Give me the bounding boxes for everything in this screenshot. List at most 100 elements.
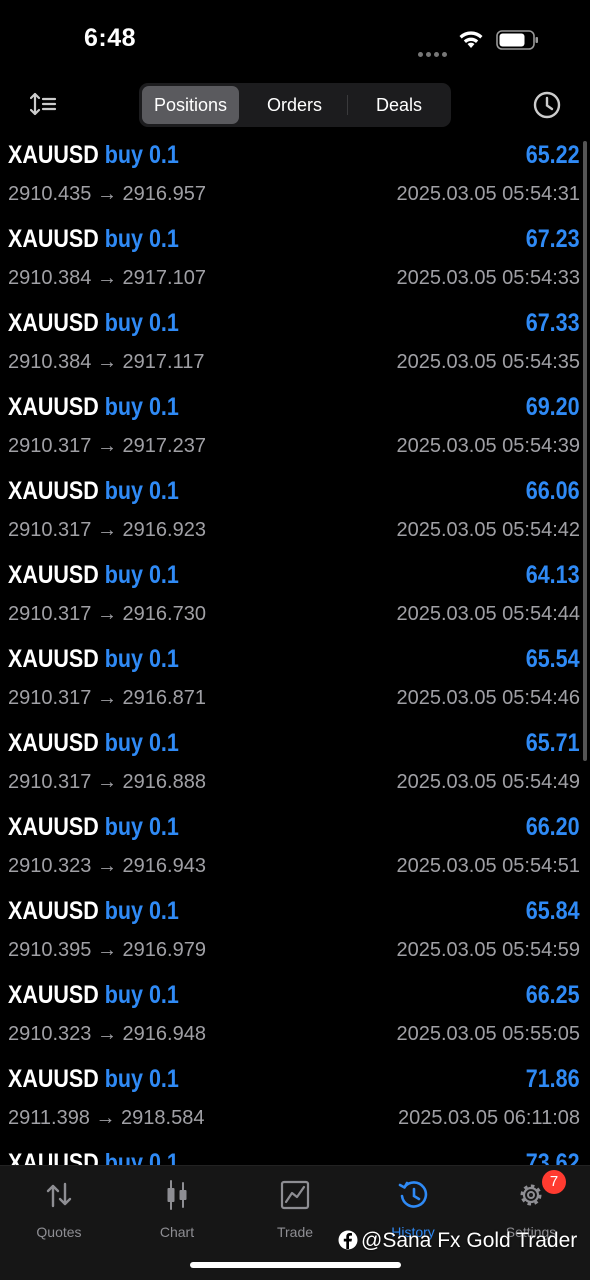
deal-row[interactable]: XAUUSD buy 0.1 66.06 2910.317 → 2916.923 20…	[0, 473, 590, 557]
deal-time: 2025.03.05 06:11:08	[397, 1107, 580, 1129]
deal-symbol: XAUUSD buy 0.1	[8, 981, 179, 1010]
deal-time: 2025.03.05 05:54:42	[396, 519, 580, 541]
tab-trade[interactable]: Trade	[236, 1174, 354, 1244]
deal-symbol: XAUUSD buy 0.1	[8, 813, 179, 842]
notification-badge: 7	[542, 1170, 566, 1194]
deal-time: 2025.03.05 05:54:33	[396, 267, 580, 289]
deal-symbol: XAUUSD buy 0.1	[8, 225, 179, 254]
deal-profit: 65.54	[526, 645, 580, 673]
quotes-icon	[46, 1182, 72, 1208]
facebook-icon	[338, 1230, 358, 1250]
deal-time: 2025.03.05 05:54:31	[396, 183, 580, 205]
watermark: @Sana Fx Gold Trader	[338, 1229, 577, 1255]
chart-icon	[167, 1180, 187, 1210]
home-indicator	[190, 1262, 401, 1268]
deal-prices: 2910.395 → 2916.979	[8, 939, 206, 961]
deal-prices: 2910.317 → 2916.730	[8, 603, 206, 625]
deal-prices: 2910.317 → 2916.888	[8, 771, 206, 793]
deals-list[interactable]: XAUUSD buy 0.1 65.22 2910.435 → 2916.957 20…	[0, 137, 590, 1165]
tab-positions[interactable]: Positions	[142, 86, 239, 124]
deal-time: 2025.03.05 05:54:44	[396, 603, 580, 625]
deal-profit: 73.62	[526, 1149, 580, 1165]
deal-symbol: XAUUSD buy 0.1	[8, 561, 179, 590]
sort-icon[interactable]	[30, 90, 58, 120]
deal-row[interactable]: XAUUSD buy 0.1 65.84 2910.395 → 2916.979 20…	[0, 893, 590, 977]
tab-deals[interactable]: Deals	[349, 86, 449, 124]
deal-profit: 66.25	[526, 981, 580, 1009]
deal-row[interactable]: XAUUSD buy 0.1 65.71 2910.317 → 2916.888 20…	[0, 725, 590, 809]
deal-side: buy 0.1	[104, 1065, 179, 1093]
deal-row[interactable]: XAUUSD buy 0.1 66.25 2910.323 → 2916.948 20…	[0, 977, 590, 1061]
symbol-text: XAUUSD	[8, 813, 99, 841]
deal-time: 2025.03.05 05:54:51	[396, 855, 580, 877]
deal-row[interactable]: XAUUSD buy 0.1 73.62	[0, 1145, 590, 1165]
symbol-text: XAUUSD	[8, 225, 99, 253]
history-icon	[398, 1181, 428, 1208]
deal-side: buy 0.1	[104, 561, 179, 589]
deal-symbol: XAUUSD buy 0.1	[8, 729, 179, 758]
deal-time: 2025.03.05 05:55:05	[396, 1023, 580, 1045]
symbol-text: XAUUSD	[8, 1065, 99, 1093]
symbol-text: XAUUSD	[8, 309, 99, 337]
deal-row[interactable]: XAUUSD buy 0.1 71.86 2911.398 → 2918.584 20…	[0, 1061, 590, 1145]
deal-side: buy 0.1	[104, 1149, 179, 1165]
deal-symbol: XAUUSD buy 0.1	[8, 1149, 179, 1165]
segmented-control: Positions Orders Deals	[139, 83, 451, 127]
symbol-text: XAUUSD	[8, 897, 99, 925]
deal-row[interactable]: XAUUSD buy 0.1 69.20 2910.317 → 2917.237 20…	[0, 389, 590, 473]
deal-time: 2025.03.05 05:54:46	[396, 687, 580, 709]
deal-prices: 2910.384 → 2917.107	[8, 267, 206, 289]
deal-prices: 2910.317 → 2916.871	[8, 687, 206, 709]
deal-symbol: XAUUSD buy 0.1	[8, 645, 179, 674]
deal-side: buy 0.1	[104, 897, 179, 925]
deal-row[interactable]: XAUUSD buy 0.1 65.54 2910.317 → 2916.871 20…	[0, 641, 590, 725]
deal-prices: 2910.317 → 2917.237	[8, 435, 206, 457]
deal-row[interactable]: XAUUSD buy 0.1 65.22 2910.435 → 2916.957 20…	[0, 137, 590, 221]
deal-profit: 67.23	[526, 225, 580, 253]
trade-icon	[280, 1180, 310, 1210]
deal-side: buy 0.1	[104, 393, 179, 421]
symbol-text: XAUUSD	[8, 1149, 99, 1165]
tab-label: Quotes	[36, 1224, 82, 1240]
deal-symbol: XAUUSD buy 0.1	[8, 477, 179, 506]
deal-side: buy 0.1	[104, 141, 179, 169]
deal-row[interactable]: XAUUSD buy 0.1 67.23 2910.384 → 2917.107 20…	[0, 221, 590, 305]
tab-chart[interactable]: Chart	[118, 1174, 236, 1244]
deal-side: buy 0.1	[104, 645, 179, 673]
deal-side: buy 0.1	[104, 729, 179, 757]
deal-symbol: XAUUSD buy 0.1	[8, 141, 179, 170]
deal-symbol: XAUUSD buy 0.1	[8, 309, 179, 338]
deal-time: 2025.03.05 05:54:39	[396, 435, 580, 457]
symbol-text: XAUUSD	[8, 645, 99, 673]
status-time: 6:48	[84, 24, 137, 52]
tab-label: Chart	[159, 1224, 195, 1240]
deal-side: buy 0.1	[104, 309, 179, 337]
tab-label: Trade	[276, 1224, 314, 1240]
tab-quotes[interactable]: Quotes	[0, 1174, 118, 1244]
deal-profit: 66.20	[526, 813, 580, 841]
deal-side: buy 0.1	[104, 981, 179, 1009]
deal-prices: 2911.398 → 2918.584	[8, 1107, 205, 1129]
battery-icon	[496, 30, 538, 50]
deal-prices: 2910.323 → 2916.948	[8, 1023, 206, 1045]
deal-symbol: XAUUSD buy 0.1	[8, 1065, 179, 1094]
deal-row[interactable]: XAUUSD buy 0.1 64.13 2910.317 → 2916.730 20…	[0, 557, 590, 641]
clock-icon[interactable]	[532, 90, 562, 120]
symbol-text: XAUUSD	[8, 981, 99, 1009]
symbol-text: XAUUSD	[8, 393, 99, 421]
deal-row[interactable]: XAUUSD buy 0.1 66.20 2910.323 → 2916.943 20…	[0, 809, 590, 893]
tab-orders[interactable]: Orders	[243, 86, 346, 124]
deal-profit: 64.13	[526, 561, 580, 589]
deal-profit: 69.20	[526, 393, 580, 421]
deal-symbol: XAUUSD buy 0.1	[8, 393, 179, 422]
deal-row[interactable]: XAUUSD buy 0.1 67.33 2910.384 → 2917.117 20…	[0, 305, 590, 389]
deal-side: buy 0.1	[104, 225, 179, 253]
deal-prices: 2910.317 → 2916.923	[8, 519, 206, 541]
deal-side: buy 0.1	[104, 477, 179, 505]
wifi-icon	[459, 31, 483, 48]
deal-prices: 2910.323 → 2916.943	[8, 855, 206, 877]
deal-profit: 65.22	[526, 141, 580, 169]
status-bar: 6:48	[0, 0, 590, 80]
deal-prices: 2910.435 → 2916.957	[8, 183, 206, 205]
signal-dots-icon	[418, 44, 452, 57]
